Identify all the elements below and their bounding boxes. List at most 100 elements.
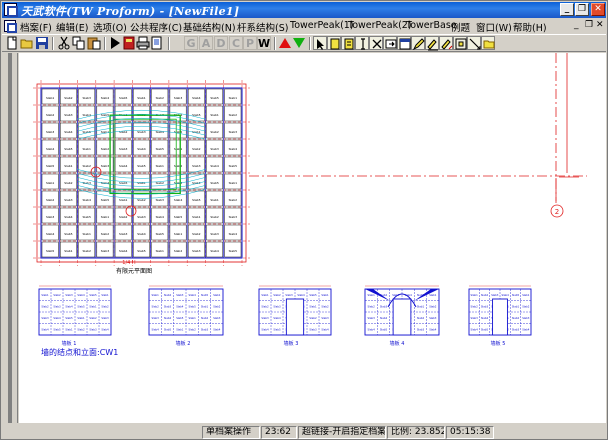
d-button[interactable]: D xyxy=(214,36,228,50)
elevation-cell-label: Slab3 xyxy=(522,316,530,320)
document-yellow-icon[interactable] xyxy=(327,36,341,50)
text-cursor-icon[interactable] xyxy=(355,36,369,50)
drawing-canvas[interactable]: 2 Slab1 Slab2 Slab3 Slab4 Slab5 Slab1 Slab2 Sla… xyxy=(19,53,606,423)
menu-towerpeak-2[interactable]: TowerPeak(2) xyxy=(348,20,412,31)
menu-options[interactable]: 选项(O) xyxy=(93,20,127,34)
plan-cell-label: Slab3 xyxy=(137,215,145,219)
run-icon[interactable] xyxy=(108,36,122,50)
pointer-tool-icon[interactable] xyxy=(313,36,327,50)
elevation-cell-label: Slab3 xyxy=(471,316,479,320)
elevation-cell-label: Slab4 xyxy=(471,327,479,331)
elevation-door-opening xyxy=(392,298,412,336)
pencil-arrow-icon[interactable] xyxy=(439,36,453,50)
line-tool-icon[interactable] xyxy=(467,36,481,50)
elevation-cell-label: Slab1 xyxy=(152,293,160,297)
elevation-cell-label: Slab3 xyxy=(491,293,499,297)
menu-towerbase[interactable]: TowerBase xyxy=(406,20,457,31)
frame-icon[interactable] xyxy=(453,36,467,50)
plan-cell-label: Slab3 xyxy=(210,147,218,151)
w-button[interactable]: W xyxy=(257,36,271,50)
new-file-icon[interactable] xyxy=(5,36,19,50)
plan-cell-label: Slab4 xyxy=(46,232,54,236)
plan-cell-label: Slab5 xyxy=(192,113,200,117)
pencil-line-icon[interactable] xyxy=(425,36,439,51)
menu-foundation[interactable]: 基础结构(N) xyxy=(183,20,236,34)
elevation-cell-label: Slab2 xyxy=(89,316,97,320)
delete-cross-icon[interactable] xyxy=(369,36,383,50)
menu-examples[interactable]: 例题 xyxy=(451,20,470,34)
g-button[interactable]: G xyxy=(184,36,198,50)
arrow-up-icon[interactable] xyxy=(278,36,292,50)
mdi-minimize-button[interactable]: _ xyxy=(574,20,579,30)
app-icon[interactable] xyxy=(4,3,18,17)
menu-frame[interactable]: 杆系结构(S) xyxy=(237,20,288,34)
elevation-cell-label: Slab4 xyxy=(164,316,172,320)
plan-cell-label: Slab4 xyxy=(137,232,145,236)
a-button[interactable]: A xyxy=(199,36,213,50)
menu-file[interactable]: 档案(F) xyxy=(20,20,52,34)
elevation-cell-label: Slab1 xyxy=(77,316,85,320)
plan-cell-label: Slab1 xyxy=(210,198,218,202)
plan-cell-label: Slab1 xyxy=(229,96,237,100)
plan-cell-label: Slab3 xyxy=(192,249,200,253)
copy-icon[interactable] xyxy=(72,36,86,50)
elevation-cell-label: Slab2 xyxy=(77,327,85,331)
preview-icon[interactable] xyxy=(150,36,164,50)
save-icon[interactable] xyxy=(35,36,49,50)
elevation-cell-label: Slab4 xyxy=(213,327,221,331)
minimize-button[interactable]: _ xyxy=(560,3,574,16)
plan-cell-label: Slab1 xyxy=(192,215,200,219)
elevation-cell-label: Slab2 xyxy=(429,304,437,308)
paste-icon[interactable] xyxy=(87,36,101,50)
elevation-cell-label: Slab1 xyxy=(522,293,530,297)
pencil-icon[interactable] xyxy=(411,36,425,51)
elevation-cell-label: Slab4 xyxy=(41,327,49,331)
menu-towerpeak-1[interactable]: TowerPeak(1) xyxy=(290,20,354,31)
plan-dim-label: 1/4 H xyxy=(122,260,136,266)
mdi-close-button[interactable]: ✕ xyxy=(596,20,604,30)
elevation-cell-label: Slab2 xyxy=(261,304,269,308)
elevation-cell-label: Slab3 xyxy=(213,316,221,320)
plan-cell-label: Slab4 xyxy=(174,198,182,202)
elevation-cell-label: Slab4 xyxy=(273,316,281,320)
cut-icon[interactable] xyxy=(57,36,71,50)
p-button[interactable]: P xyxy=(243,36,257,50)
document-edit-icon[interactable] xyxy=(341,36,355,50)
menu-edit[interactable]: 编辑(E) xyxy=(56,20,88,34)
menu-help[interactable]: 帮助(H) xyxy=(513,20,547,34)
elevation-cell-label: Slab1 xyxy=(101,293,109,297)
title-bar[interactable]: 天武软件(TW Proform) - [NewFile1] _ ❐ ✕ xyxy=(2,2,606,18)
close-button[interactable]: ✕ xyxy=(591,3,605,16)
elevation-cell-label: Slab5 xyxy=(380,327,388,331)
arrow-down-icon[interactable] xyxy=(292,36,306,50)
print-icon[interactable] xyxy=(136,36,150,50)
mdi-restore-button[interactable]: ❐ xyxy=(585,20,593,30)
elevation-cell-label: Slab1 xyxy=(65,327,73,331)
elevation-cell-label: Slab1 xyxy=(429,293,437,297)
plan-cell-label: Slab4 xyxy=(82,113,90,117)
plan-cell-label: Slab3 xyxy=(229,130,237,134)
plan-cell-label: Slab5 xyxy=(192,198,200,202)
elevation-cell-label: Slab3 xyxy=(512,327,520,331)
plan-cell-label: Slab5 xyxy=(210,181,218,185)
plan-cell-label: Slab4 xyxy=(119,249,127,253)
elevation-cell-label: Slab2 xyxy=(368,304,376,308)
restore-button[interactable]: ❐ xyxy=(575,3,589,16)
window-icon[interactable] xyxy=(397,36,411,50)
menu-window[interactable]: 窗口(W) xyxy=(476,20,512,34)
c-button[interactable]: C xyxy=(229,36,243,50)
plan-cell-label: Slab5 xyxy=(82,215,90,219)
elevation-cell-label: Slab3 xyxy=(176,293,184,297)
left-scrollbar-track[interactable] xyxy=(8,53,12,423)
open-folder-icon[interactable] xyxy=(20,36,34,50)
elevation-cell-label: Slab3 xyxy=(65,293,73,297)
plan-cell-label: Slab4 xyxy=(229,232,237,236)
plan-cell-label: Slab2 xyxy=(174,249,182,253)
book-icon[interactable] xyxy=(122,36,136,50)
menu-common-programs[interactable]: 公共程序(C) xyxy=(130,20,182,34)
elevation-cell-label: Slab2 xyxy=(309,316,317,320)
document-icon[interactable] xyxy=(4,20,17,33)
folder-yellow-icon[interactable] xyxy=(481,36,495,50)
elevation-cell-label: Slab1 xyxy=(201,304,209,308)
import-icon[interactable] xyxy=(383,36,397,50)
